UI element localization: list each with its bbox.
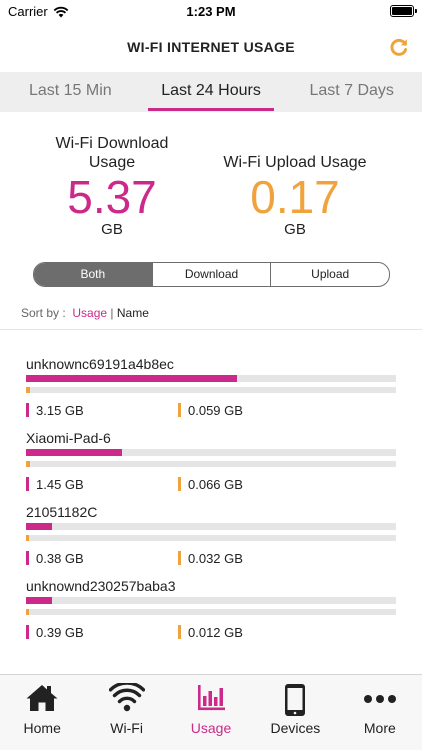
bottom-tab-bar: Home Wi-Fi Usage Devices More — [0, 674, 422, 750]
sort-by-usage[interactable]: Usage — [72, 306, 107, 320]
refresh-icon[interactable] — [388, 36, 410, 58]
usage-chart-icon — [198, 685, 226, 711]
upload-summary: Wi-Fi Upload Usage 0.17 GB — [210, 134, 380, 238]
tab-devices[interactable]: Devices — [253, 675, 337, 750]
status-bar: Carrier 1:23 PM — [0, 0, 422, 24]
upload-summary-value: 0.17 — [250, 171, 340, 223]
upload-summary-unit: GB — [284, 221, 306, 238]
download-bar — [26, 597, 396, 604]
tab-devices-label: Devices — [270, 720, 321, 736]
device-name: unknownc69191a4b8ec — [26, 356, 174, 372]
download-bar-fill — [26, 375, 237, 382]
tab-home[interactable]: Home — [0, 675, 84, 750]
upload-amount: 0.012 GB — [178, 625, 243, 640]
filter-upload[interactable]: Upload — [270, 263, 389, 286]
download-bar — [26, 523, 396, 530]
upload-amount: 0.066 GB — [178, 477, 243, 492]
phone-icon — [285, 684, 306, 716]
home-icon — [26, 685, 58, 711]
upload-bar — [26, 387, 396, 393]
battery-icon — [390, 5, 417, 17]
download-summary-value: 5.37 — [67, 171, 157, 223]
status-time: 1:23 PM — [186, 4, 236, 19]
tab-more-label: More — [363, 720, 396, 736]
tab-home-label: Home — [23, 720, 61, 736]
tab-last-24-hours[interactable]: Last 24 Hours — [141, 72, 282, 112]
time-range-tabs: Last 15 Min Last 24 Hours Last 7 Days — [0, 72, 422, 112]
download-bar-fill — [26, 523, 52, 530]
sort-by-name[interactable]: Name — [117, 306, 149, 320]
list-item[interactable]: unknownd230257baba3 0.39 GB 0.012 GB — [0, 575, 422, 649]
usage-summary: Wi-Fi Download Usage 5.37 GB Wi-Fi Uploa… — [0, 112, 422, 252]
upload-bar-fill — [26, 535, 29, 541]
download-summary-label: Wi-Fi Download Usage — [55, 135, 169, 171]
more-icon — [363, 695, 396, 703]
tab-wifi-label: Wi-Fi — [110, 720, 143, 736]
filter-download[interactable]: Download — [151, 263, 271, 286]
upload-bar-fill — [26, 387, 31, 393]
sort-prefix: Sort by : — [21, 306, 66, 320]
wifi-icon — [108, 683, 145, 712]
upload-amount: 0.032 GB — [178, 551, 243, 566]
device-name: unknownd230257baba3 — [26, 578, 176, 594]
list-item[interactable]: Xiaomi-Pad-6 1.45 GB 0.066 GB — [0, 427, 422, 501]
device-list: unknownc69191a4b8ec 3.15 GB 0.059 GB Xia… — [0, 353, 422, 649]
list-item[interactable]: unknownc69191a4b8ec 3.15 GB 0.059 GB — [0, 353, 422, 427]
upload-bar — [26, 609, 396, 615]
filter-both[interactable]: Both — [34, 263, 152, 286]
download-amount: 0.38 GB — [26, 551, 84, 566]
download-amount: 3.15 GB — [26, 403, 84, 418]
upload-bar-fill — [26, 461, 31, 467]
upload-amount: 0.059 GB — [178, 403, 243, 418]
device-name: 21051182C — [26, 504, 98, 520]
download-bar — [26, 449, 396, 456]
upload-summary-label: Wi-Fi Upload Usage — [223, 154, 367, 171]
direction-filter: Both Download Upload — [33, 262, 390, 287]
upload-bar — [26, 535, 396, 541]
download-bar-fill — [26, 597, 52, 604]
download-amount: 0.39 GB — [26, 625, 84, 640]
tab-more[interactable]: More — [338, 675, 422, 750]
tab-usage[interactable]: Usage — [169, 675, 253, 750]
list-item[interactable]: 21051182C 0.38 GB 0.032 GB — [0, 501, 422, 575]
download-bar — [26, 375, 396, 382]
download-summary-unit: GB — [101, 221, 123, 238]
tab-usage-label: Usage — [190, 720, 232, 736]
divider — [0, 329, 422, 330]
device-name: Xiaomi-Pad-6 — [26, 430, 111, 446]
nav-header: WI-FI INTERNET USAGE — [0, 24, 422, 72]
upload-bar-fill — [26, 609, 29, 615]
download-amount: 1.45 GB — [26, 477, 84, 492]
page-title: WI-FI INTERNET USAGE — [127, 39, 295, 55]
sort-separator: | — [110, 306, 114, 320]
download-summary: Wi-Fi Download Usage 5.37 GB — [32, 134, 192, 238]
tab-last-7-days[interactable]: Last 7 Days — [281, 72, 422, 112]
tab-last-15-min[interactable]: Last 15 Min — [0, 72, 141, 112]
download-bar-fill — [26, 449, 123, 456]
tab-wifi[interactable]: Wi-Fi — [84, 675, 168, 750]
sort-control: Sort by : Usage | Name — [21, 306, 149, 320]
upload-bar — [26, 461, 396, 467]
